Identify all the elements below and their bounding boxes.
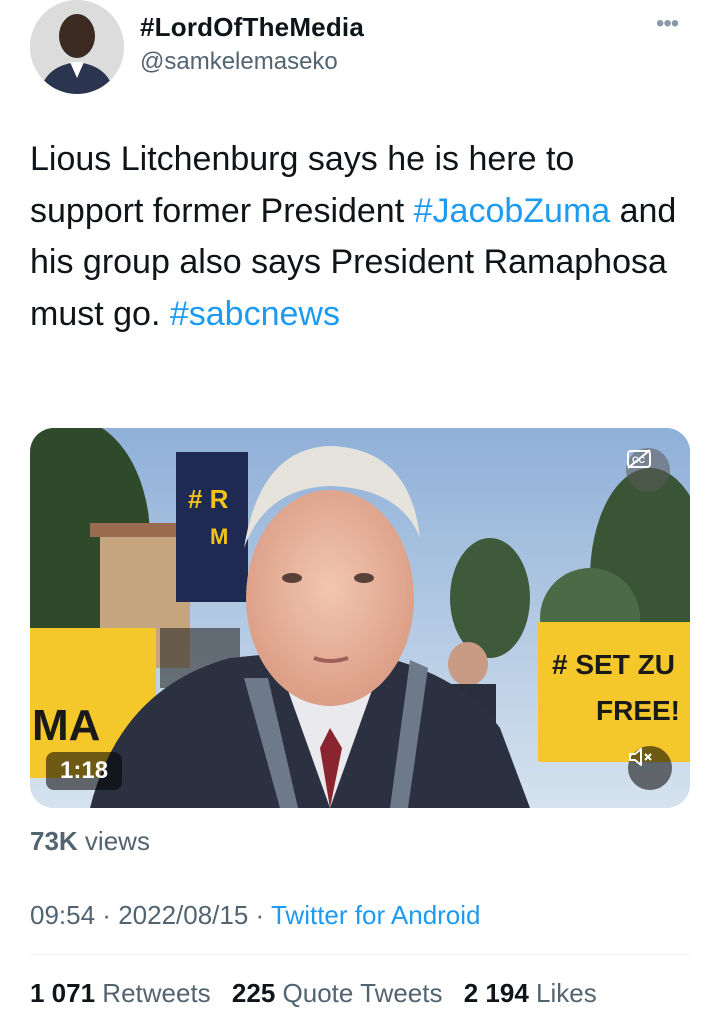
quote-tweets-count: 225: [231, 978, 276, 1008]
meta-separator: ·: [248, 900, 271, 930]
divider: [30, 954, 690, 955]
meta-separator: ·: [95, 900, 119, 930]
author-display-name[interactable]: #LordOfTheMedia: [140, 12, 364, 43]
tweet-date[interactable]: 2022/08/15: [118, 900, 248, 930]
more-options-icon[interactable]: •••: [656, 12, 679, 36]
video-frame: # R M MA # SET ZU FREE!: [30, 428, 690, 808]
quote-tweets-label: Quote Tweets: [275, 978, 443, 1008]
author-avatar[interactable]: [30, 0, 124, 94]
quote-tweets-stat[interactable]: 225 Quote Tweets: [232, 978, 443, 1008]
closed-captions-icon: CC: [627, 449, 651, 469]
tweet-meta: 09:54 · 2022/08/15 · Twitter for Android: [30, 900, 481, 931]
view-count: 73K views: [30, 826, 150, 857]
likes-label: Likes: [528, 978, 597, 1008]
hashtag-link[interactable]: #JacobZuma: [414, 192, 611, 230]
retweets-stat[interactable]: 1 071 Retweets: [30, 978, 211, 1008]
likes-stat[interactable]: 2 194 Likes: [464, 978, 597, 1008]
sign-text: # SET ZU: [552, 649, 675, 680]
engagement-stats: 1 071 Retweets 225 Quote Tweets 2 194 Li…: [30, 978, 611, 1009]
sign-text: M: [210, 524, 228, 549]
sign-text: MA: [32, 701, 100, 750]
hashtag-link[interactable]: #sabcnews: [170, 295, 340, 333]
view-count-number: 73K: [30, 826, 78, 856]
video-duration: 1:18: [46, 752, 123, 790]
closed-captions-button[interactable]: CC: [626, 448, 670, 492]
sign-text: # R: [188, 484, 229, 514]
speaker-muted-icon: [629, 748, 652, 766]
avatar-image: [30, 0, 124, 94]
retweets-label: Retweets: [95, 978, 211, 1008]
likes-count: 2 194: [463, 978, 529, 1008]
tweet-text: Lious Litchenburg says he is here to sup…: [30, 134, 690, 340]
tweet-source-link[interactable]: Twitter for Android: [271, 900, 481, 930]
retweets-count: 1 071: [30, 978, 96, 1008]
author-handle[interactable]: @samkelemaseko: [140, 48, 338, 76]
view-count-label: views: [77, 826, 150, 856]
mute-button[interactable]: [628, 746, 672, 790]
tweet-time[interactable]: 09:54: [30, 900, 95, 930]
sign-text: FREE!: [596, 695, 680, 726]
video-player[interactable]: # R M MA # SET ZU FREE! CC 1:18: [30, 428, 690, 808]
